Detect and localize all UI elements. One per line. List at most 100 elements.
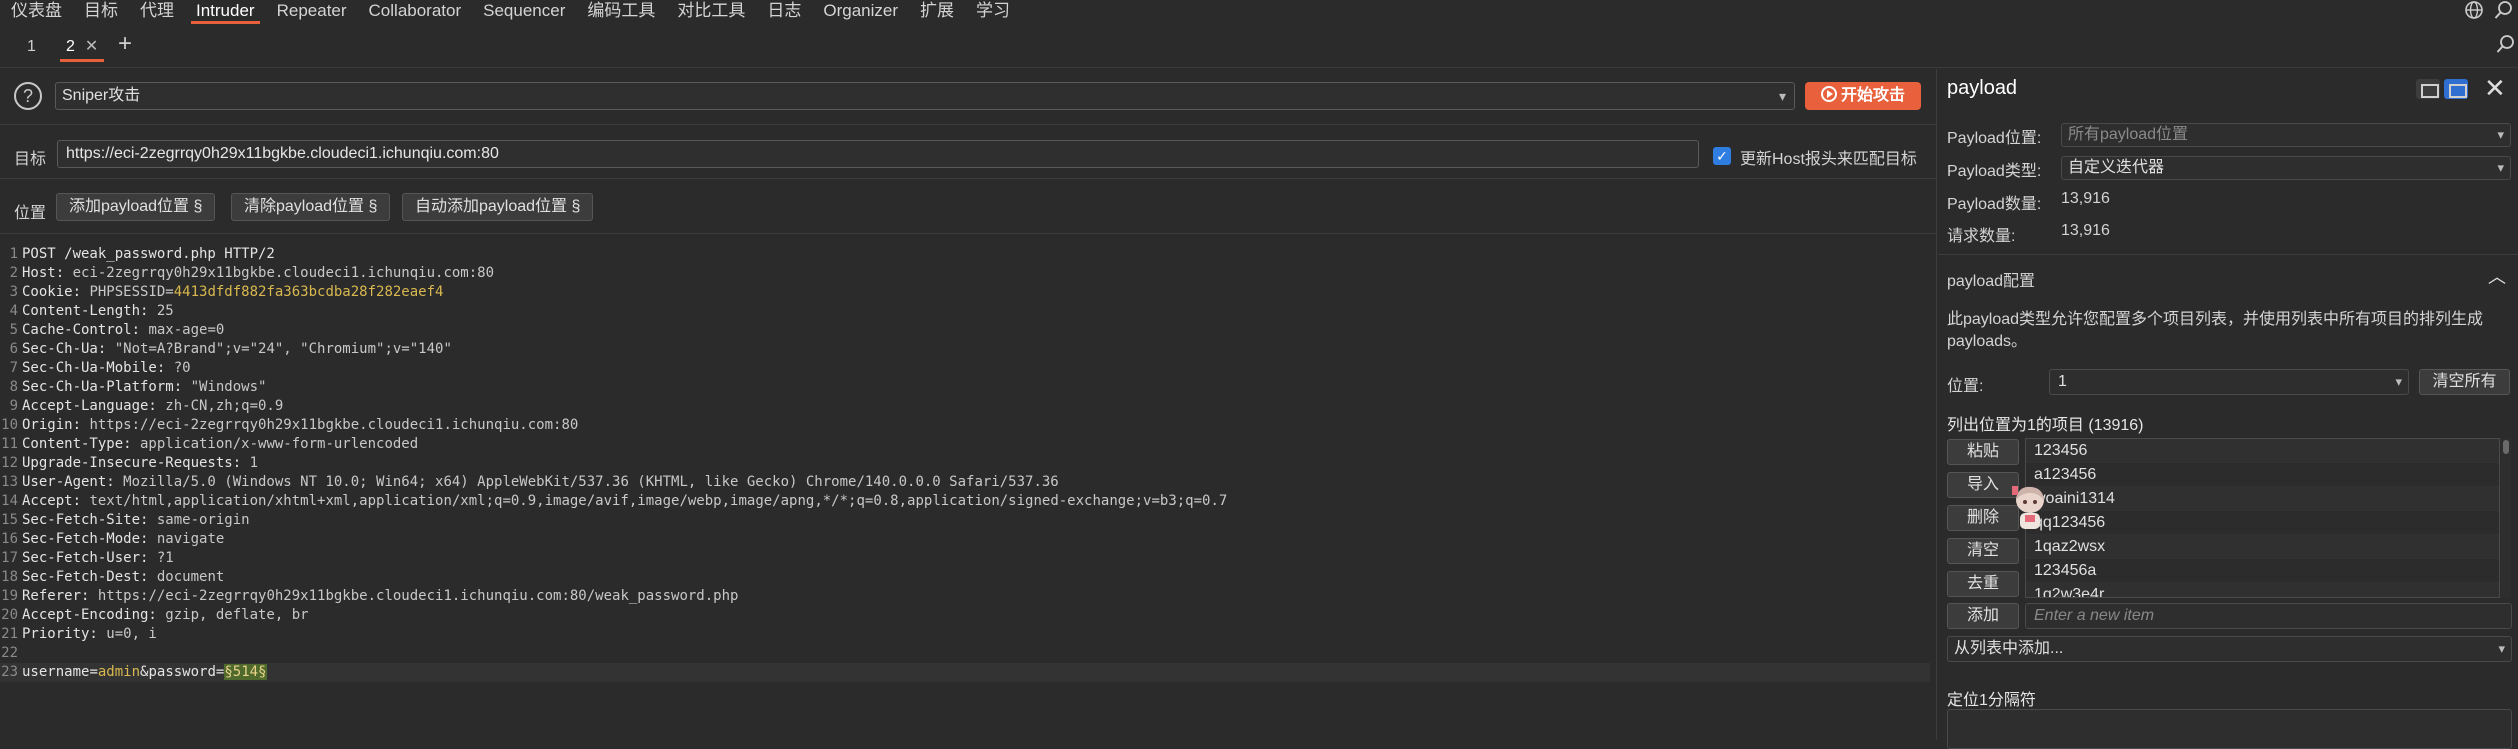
chevron-down-icon: ▾	[1778, 88, 1786, 104]
request-line: 14 Accept: text/html,application/xhtml+xm…	[0, 492, 1930, 511]
line-content: Content-Length: 25	[22, 303, 174, 319]
start-attack-button[interactable]: 开始攻击	[1805, 82, 1921, 110]
request-editor[interactable]: 1 POST /weak_password.php HTTP/2 2 Host: ec…	[0, 245, 1930, 740]
add-button[interactable]: 添加	[1947, 603, 2019, 629]
import-button[interactable]: 导入	[1947, 472, 2019, 498]
clear-button[interactable]: 清空	[1947, 538, 2019, 564]
line-number: 21	[1, 626, 18, 642]
layout-horizontal-icon[interactable]	[2416, 79, 2440, 99]
param-name: password	[148, 664, 216, 680]
header-name: Sec-Ch-Ua-Platform:	[22, 379, 183, 395]
payload-list-item[interactable]: 123456a	[2026, 559, 2499, 583]
header-name: Accept-Encoding:	[22, 607, 157, 623]
menu-item[interactable]: 学习	[965, 0, 1021, 24]
header-value: 25	[148, 303, 174, 319]
help-icon[interactable]: ?	[14, 82, 42, 110]
globe-icon[interactable]	[2464, 0, 2484, 25]
dedupe-button[interactable]: 去重	[1947, 571, 2019, 597]
position-select[interactable]: 1 ▾	[2049, 369, 2409, 395]
payload-list-item[interactable]: woaini1314	[2026, 487, 2499, 511]
menu-item[interactable]: 目标	[73, 0, 129, 24]
positions-label: 位置	[14, 205, 47, 222]
menu-item[interactable]: 扩展	[909, 0, 965, 24]
header-value: same-origin	[148, 512, 250, 528]
layout-vertical-icon[interactable]	[2444, 79, 2468, 99]
add-payload-position-button[interactable]: 添加payload位置 §	[56, 193, 216, 221]
header-name: Sec-Fetch-Dest:	[22, 569, 149, 585]
plus-icon[interactable]: +	[118, 30, 132, 58]
close-icon[interactable]: ✕	[85, 38, 98, 55]
menu-item[interactable]: 日志	[756, 0, 812, 24]
line-content: Sec-Fetch-Mode: navigate	[22, 531, 224, 547]
line-number: 19	[1, 588, 18, 604]
payload-list-item[interactable]: 1qaz2wsx	[2026, 535, 2499, 559]
request-line: 7 Sec-Ch-Ua-Mobile: ?0	[0, 359, 1930, 378]
line-number: 23	[1, 664, 18, 680]
close-icon[interactable]: ✕	[2484, 73, 2506, 104]
paste-button[interactable]: 粘贴	[1947, 439, 2019, 465]
request-line: 17 Sec-Fetch-User: ?1	[0, 549, 1930, 568]
menu-item[interactable]: Repeater	[266, 0, 358, 24]
request-text: POST /weak_password.php HTTP/2	[22, 246, 275, 262]
header-name: Cookie:	[22, 284, 82, 300]
menu-item[interactable]: Sequencer	[472, 0, 576, 24]
tab-label: 2	[66, 38, 75, 55]
menu-item[interactable]: Intruder	[185, 0, 266, 24]
import-label: 导入	[1966, 476, 1999, 493]
layout-toggle	[2416, 79, 2468, 99]
request-line: 22	[0, 644, 1930, 663]
payload-list-scrollbar[interactable]	[2501, 438, 2511, 598]
menu-item[interactable]: 对比工具	[666, 0, 756, 24]
delete-button[interactable]: 删除	[1947, 505, 2019, 531]
menu-item[interactable]: 代理	[129, 0, 185, 24]
menu-item[interactable]: Collaborator	[358, 0, 473, 24]
payload-position-label: Payload位置:	[1947, 130, 2042, 147]
dedupe-label: 去重	[1966, 575, 1999, 592]
payload-position-value: 所有payload位置	[2068, 126, 2189, 143]
clear-all-label: 清空所有	[2432, 373, 2497, 390]
payload-list-item[interactable]: a123456	[2026, 463, 2499, 487]
search-icon[interactable]	[2494, 0, 2514, 25]
target-url-input[interactable]: https://eci-2zegrrqy0h29x11bgkbe.cloudec…	[57, 140, 1699, 168]
tab-2[interactable]: 2 ✕	[56, 32, 108, 62]
payload-list-item[interactable]: 123456	[2026, 439, 2499, 463]
request-line: 13 User-Agent: Mozilla/5.0 (Windows NT 10…	[0, 473, 1930, 492]
line-content: Accept-Encoding: gzip, deflate, br	[22, 607, 309, 623]
request-line: 19 Referer: https://eci-2zegrrqy0h29x11bg…	[0, 587, 1930, 606]
menu-item[interactable]: 仪表盘	[0, 0, 73, 24]
update-host-checkbox[interactable]: ✓	[1713, 147, 1731, 165]
line-number: 15	[1, 512, 18, 528]
request-line: 2 Host: eci-2zegrrqy0h29x11bgkbe.cloudeci…	[0, 264, 1930, 283]
auto-add-payload-position-button[interactable]: 自动添加payload位置 §	[402, 193, 594, 221]
line-number: 18	[1, 569, 18, 585]
menu-item[interactable]: Organizer	[812, 0, 909, 24]
clear-all-button[interactable]: 清空所有	[2419, 369, 2510, 395]
line-content: Sec-Fetch-User: ?1	[22, 550, 174, 566]
separator-input[interactable]	[1947, 709, 2512, 749]
new-item-input[interactable]: Enter a new item	[2025, 603, 2512, 629]
new-item-placeholder: Enter a new item	[2034, 607, 2155, 624]
clear-payload-position-button[interactable]: 清除payload位置 §	[231, 193, 391, 221]
search-icon[interactable]	[2496, 34, 2516, 59]
separator-title: 定位1分隔符	[1947, 692, 2036, 709]
payload-count-value: 13,916	[2061, 190, 2110, 207]
menubar: 仪表盘 目标 代理 Intruder Repeater Collaborator Seque…	[0, 0, 2518, 24]
line-number: 7	[9, 360, 18, 376]
line-number: 3	[9, 284, 18, 300]
payload-list-item[interactable]: 1q2w3e4r	[2026, 583, 2499, 597]
header-value: u=0, i	[97, 626, 157, 642]
payload-type-select[interactable]: 自定义迭代器 ▾	[2061, 156, 2511, 180]
add-from-list-select[interactable]: 从列表中添加... ▾	[1947, 636, 2512, 662]
attack-type-select[interactable]: Sniper攻击 ▾	[55, 82, 1795, 110]
payload-list-item[interactable]: qq123456	[2026, 511, 2499, 535]
chevron-up-icon[interactable]: ︿	[2488, 263, 2506, 289]
payload-position-select[interactable]: 所有payload位置 ▾	[2061, 123, 2511, 147]
request-line: 23 username=admin&password=§514§	[0, 663, 1930, 682]
request-line: 6 Sec-Ch-Ua: "Not=A?Brand";v="24", "Chrom…	[0, 340, 1930, 359]
payload-list[interactable]: 123456 a123456 woaini1314 qq123456 1qaz2wsx 1…	[2025, 438, 2500, 598]
payload-panel: payload ✕ Payload位置: 所有payload位置 ▾ Payloa…	[1938, 69, 2518, 749]
menu-item[interactable]: 编码工具	[576, 0, 666, 24]
payload-config-description: 此payload类型允许您配置多个项目列表，并使用列表中所有项目的排列生成pay…	[1947, 311, 2484, 350]
position-value: 1	[2058, 373, 2067, 390]
tab-1[interactable]: 1	[17, 32, 46, 62]
